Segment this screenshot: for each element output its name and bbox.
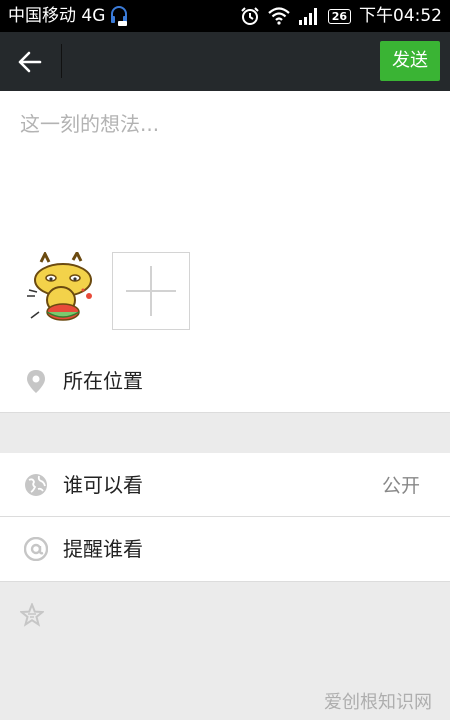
location-row[interactable]: 所在位置: [0, 349, 450, 413]
visibility-row[interactable]: 谁可以看 公开: [0, 453, 450, 517]
alarm-icon: [240, 7, 259, 25]
row-divider-bottom: [0, 581, 450, 582]
location-pin-icon: [27, 370, 45, 393]
status-bar: 中国移动 4G 26 下午04:52: [0, 0, 450, 32]
plus-icon: [126, 266, 176, 316]
add-photo-button[interactable]: [112, 252, 190, 330]
app-bar: 发送: [0, 32, 450, 91]
visibility-value: 公开: [381, 475, 420, 497]
remind-row[interactable]: 提醒谁看: [0, 517, 450, 581]
location-label: 所在位置: [63, 369, 143, 393]
wifi-icon: [267, 7, 290, 25]
remind-label: 提醒谁看: [63, 537, 143, 561]
back-arrow-icon: [18, 51, 42, 73]
battery-indicator: 26: [327, 8, 351, 24]
send-button[interactable]: 发送: [380, 41, 440, 81]
section-divider: [0, 412, 450, 413]
compose-input[interactable]: 这一刻的想法...: [20, 108, 159, 137]
back-button[interactable]: [14, 47, 46, 77]
visibility-label: 谁可以看: [63, 473, 143, 497]
at-icon: [24, 537, 48, 561]
giraffe-sticker: [27, 249, 92, 321]
headset-icon: [111, 6, 128, 26]
app-bar-divider: [61, 44, 62, 78]
clock-text: 下午04:52: [359, 6, 442, 26]
status-left: 中国移动 4G: [8, 5, 129, 27]
signal-icon: [298, 8, 317, 25]
carrier-text: 中国移动 4G: [8, 6, 106, 26]
watermark-text: 爱创根知识网: [324, 692, 432, 713]
attached-sticker-image[interactable]: [23, 249, 101, 330]
globe-icon: [25, 474, 47, 496]
star-icon[interactable]: [20, 603, 44, 627]
status-right: 26 下午04:52: [240, 5, 442, 27]
